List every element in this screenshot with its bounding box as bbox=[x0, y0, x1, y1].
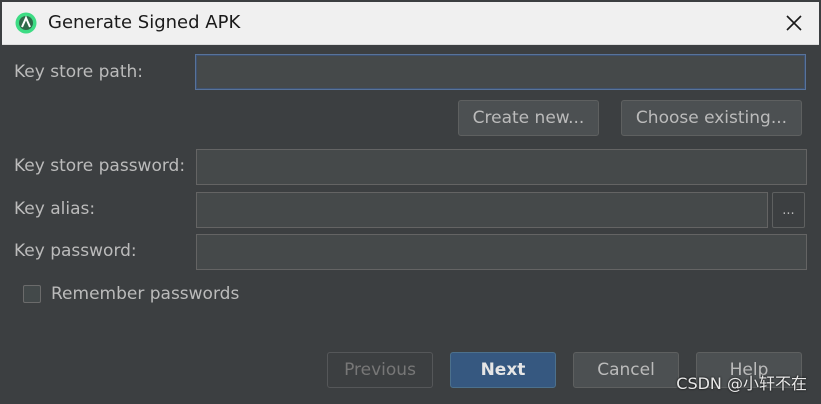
close-icon bbox=[786, 15, 802, 31]
android-studio-icon bbox=[15, 12, 37, 34]
key-store-password-field[interactable] bbox=[196, 149, 807, 185]
key-password-label: Key password: bbox=[14, 241, 137, 261]
watermark: CSDN @小轩不在 bbox=[676, 374, 807, 393]
next-button[interactable]: Next bbox=[450, 352, 556, 388]
title-bar: Generate Signed APK bbox=[2, 2, 819, 45]
key-store-path-label: Key store path: bbox=[14, 62, 144, 82]
choose-existing-button[interactable]: Choose existing... bbox=[621, 100, 802, 136]
key-alias-label: Key alias: bbox=[14, 199, 96, 219]
key-store-password-label: Key store password: bbox=[14, 156, 186, 176]
close-button[interactable] bbox=[771, 2, 817, 44]
cancel-button[interactable]: Cancel bbox=[573, 352, 679, 388]
remember-passwords-checkbox[interactable] bbox=[23, 285, 41, 303]
key-password-field[interactable] bbox=[196, 234, 807, 270]
remember-passwords-label[interactable]: Remember passwords bbox=[51, 276, 239, 312]
create-new-button[interactable]: Create new... bbox=[458, 100, 599, 136]
key-alias-browse-button[interactable]: ... bbox=[772, 192, 805, 228]
previous-button[interactable]: Previous bbox=[327, 352, 433, 388]
key-store-path-field[interactable] bbox=[195, 54, 806, 90]
window-title: Generate Signed APK bbox=[48, 12, 241, 33]
key-alias-field[interactable] bbox=[196, 192, 768, 228]
